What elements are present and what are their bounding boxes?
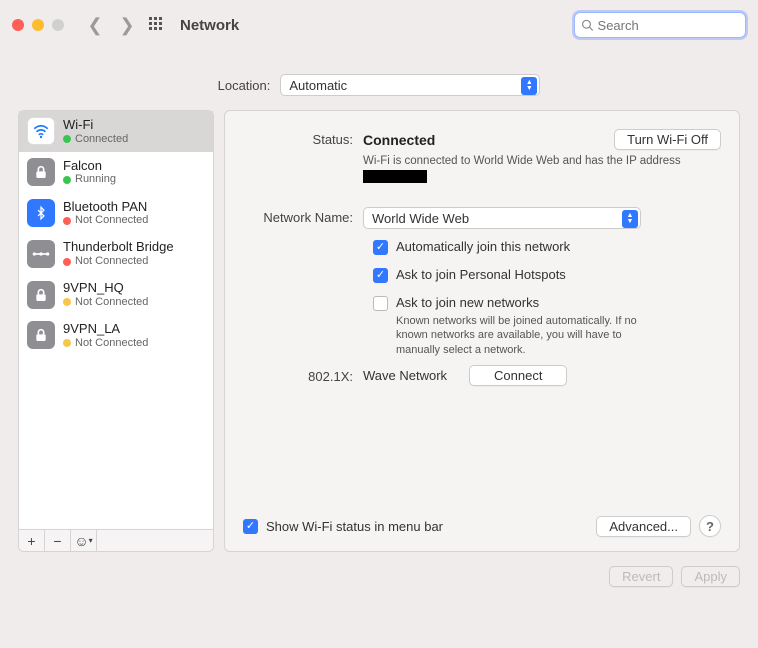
ask-new-description: Known networks will be joined automatica… bbox=[396, 314, 666, 357]
service-name: Falcon bbox=[63, 158, 116, 174]
service-status: Running bbox=[63, 173, 116, 186]
service-falcon[interactable]: FalconRunning bbox=[19, 152, 213, 193]
location-select[interactable]: Automatic ▲▼ bbox=[280, 74, 540, 96]
hotspot-checkbox[interactable] bbox=[373, 268, 388, 283]
status-label: Status: bbox=[243, 129, 363, 147]
service-wi-fi[interactable]: Wi-FiConnected bbox=[19, 111, 213, 152]
location-label: Location: bbox=[218, 78, 271, 93]
8021x-label: 802.1X: bbox=[243, 366, 363, 384]
search-field[interactable] bbox=[574, 12, 746, 38]
lock-icon bbox=[27, 321, 55, 349]
close-window[interactable] bbox=[12, 19, 24, 31]
hotspot-label: Ask to join Personal Hotspots bbox=[396, 267, 566, 282]
service-status: Connected bbox=[63, 133, 128, 146]
ask-new-label: Ask to join new networks bbox=[396, 295, 539, 310]
advanced-button[interactable]: Advanced... bbox=[596, 516, 691, 537]
minimize-window[interactable] bbox=[32, 19, 44, 31]
zoom-window bbox=[52, 19, 64, 31]
service-actions-button[interactable]: ☺︎▾ bbox=[71, 530, 97, 551]
sidebar-footer: + − ☺︎▾ bbox=[19, 529, 213, 551]
revert-button[interactable]: Revert bbox=[609, 566, 673, 587]
window-controls bbox=[12, 19, 64, 31]
service-name: Thunderbolt Bridge bbox=[63, 239, 174, 255]
service-name: Wi-Fi bbox=[63, 117, 128, 133]
lock-icon bbox=[27, 158, 55, 186]
lock-icon bbox=[27, 281, 55, 309]
search-icon bbox=[581, 18, 594, 32]
apply-button[interactable]: Apply bbox=[681, 566, 740, 587]
service-name: Bluetooth PAN bbox=[63, 199, 148, 215]
redacted-ip bbox=[363, 170, 427, 183]
wifi-icon bbox=[27, 117, 55, 145]
forward-button[interactable]: ❯ bbox=[116, 15, 138, 36]
status-description: Wi-Fi is connected to World Wide Web and… bbox=[363, 154, 721, 185]
search-input[interactable] bbox=[598, 18, 739, 33]
service-9vpn_hq[interactable]: 9VPN_HQNot Connected bbox=[19, 274, 213, 315]
footer: Revert Apply bbox=[0, 552, 758, 587]
remove-service-button[interactable]: − bbox=[45, 530, 71, 551]
service-bluetooth-pan[interactable]: Bluetooth PANNot Connected bbox=[19, 193, 213, 234]
add-service-button[interactable]: + bbox=[19, 530, 45, 551]
8021x-value: Wave Network bbox=[363, 368, 447, 383]
chevron-updown-icon: ▲▼ bbox=[521, 77, 537, 95]
location-value: Automatic bbox=[289, 78, 347, 93]
service-list: Wi-FiConnectedFalconRunningBluetooth PAN… bbox=[19, 111, 213, 529]
service-status: Not Connected bbox=[63, 255, 174, 268]
network-name-label: Network Name: bbox=[243, 207, 363, 225]
service-status: Not Connected bbox=[63, 296, 148, 309]
service-thunderbolt-bridge[interactable]: Thunderbolt BridgeNot Connected bbox=[19, 233, 213, 274]
status-value: Connected bbox=[363, 132, 435, 148]
show-status-checkbox[interactable] bbox=[243, 519, 258, 534]
service-9vpn_la[interactable]: 9VPN_LANot Connected bbox=[19, 315, 213, 356]
service-name: 9VPN_LA bbox=[63, 321, 148, 337]
bt-icon bbox=[27, 199, 55, 227]
back-button[interactable]: ❮ bbox=[84, 15, 106, 36]
network-name-value: World Wide Web bbox=[372, 211, 469, 226]
show-status-label: Show Wi-Fi status in menu bar bbox=[266, 519, 443, 534]
toggle-wifi-button[interactable]: Turn Wi-Fi Off bbox=[614, 129, 721, 150]
service-sidebar: Wi-FiConnectedFalconRunningBluetooth PAN… bbox=[18, 110, 214, 552]
service-status: Not Connected bbox=[63, 214, 148, 227]
show-all-icon[interactable] bbox=[148, 16, 164, 35]
toolbar: ❮ ❯ Network bbox=[0, 0, 758, 50]
location-row: Location: Automatic ▲▼ bbox=[0, 50, 758, 110]
tb-icon bbox=[27, 240, 55, 268]
help-button[interactable]: ? bbox=[699, 515, 721, 537]
service-status: Not Connected bbox=[63, 337, 148, 350]
chevron-updown-icon: ▲▼ bbox=[622, 210, 638, 228]
auto-join-checkbox[interactable] bbox=[373, 240, 388, 255]
auto-join-label: Automatically join this network bbox=[396, 239, 570, 254]
connect-button[interactable]: Connect bbox=[469, 365, 567, 386]
ask-new-checkbox[interactable] bbox=[373, 296, 388, 311]
network-name-select[interactable]: World Wide Web ▲▼ bbox=[363, 207, 641, 229]
window-title: Network bbox=[180, 17, 239, 34]
details-panel: Status: Connected Turn Wi-Fi Off Wi-Fi i… bbox=[224, 110, 740, 552]
service-name: 9VPN_HQ bbox=[63, 280, 148, 296]
